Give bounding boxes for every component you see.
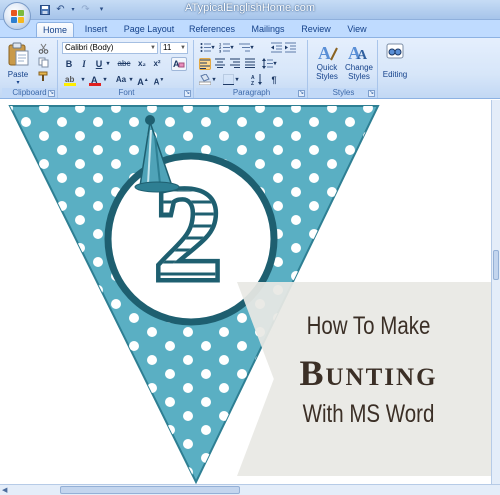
promo-line-1: How To Make xyxy=(306,312,431,340)
change-styles-icon: A A xyxy=(348,43,368,62)
tab-review[interactable]: Review xyxy=(298,22,334,37)
horizontal-scrollbar[interactable]: ◀ xyxy=(0,484,500,495)
office-logo-icon xyxy=(10,9,25,24)
change-case-dropdown-icon[interactable]: ▾ xyxy=(128,74,134,86)
brush-icon[interactable] xyxy=(37,71,49,83)
scroll-thumb[interactable] xyxy=(493,250,499,280)
font-launcher-icon[interactable]: ↘ xyxy=(184,90,191,97)
shading-icon[interactable] xyxy=(198,73,212,86)
italic-icon[interactable]: I xyxy=(78,58,90,70)
styles-group: A Quick Styles A A Change Styles Styles … xyxy=(310,40,378,98)
promo-line-2: Bunting xyxy=(299,353,438,393)
justify-icon[interactable] xyxy=(244,58,256,70)
paste-dropdown-icon: ▾ xyxy=(16,80,20,86)
editing-label: Editing xyxy=(382,70,408,79)
show-formatting-icon[interactable]: ¶ xyxy=(268,74,280,86)
superscript-icon[interactable]: x² xyxy=(151,58,163,70)
styles-a-icon: A xyxy=(318,43,338,62)
tab-home[interactable]: Home xyxy=(36,22,74,37)
font-color-dropdown-icon[interactable]: ▾ xyxy=(102,74,108,86)
tab-page-layout[interactable]: Page Layout xyxy=(120,22,178,37)
window-title: ATypicalEnglishHome.com xyxy=(184,2,315,14)
font-size-field[interactable]: 11 ▼ xyxy=(160,42,188,54)
change-styles-button[interactable]: A A Change Styles xyxy=(343,42,375,86)
paragraph-group: ▾ 123 ▾ ▾ ▾ ▾ ▾ A Z ¶ Paragraph ↘ xyxy=(196,40,308,98)
underline-dropdown-icon[interactable]: ▾ xyxy=(105,58,111,70)
tab-insert[interactable]: Insert xyxy=(78,22,114,37)
sort-icon[interactable]: AZ xyxy=(251,74,263,87)
line-spacing-dropdown-icon[interactable]: ▾ xyxy=(272,58,278,70)
highlight-dropdown-icon[interactable]: ▾ xyxy=(80,74,86,86)
bold-icon[interactable]: B xyxy=(63,58,75,70)
multilevel-dropdown-icon[interactable]: ▾ xyxy=(249,42,255,54)
svg-text:A: A xyxy=(357,48,368,62)
strikethrough-icon[interactable]: abc xyxy=(116,58,132,70)
clipboard-icon xyxy=(8,42,29,66)
align-left-icon[interactable] xyxy=(199,58,211,70)
ribbon-tabs: Home Insert Page Layout References Maili… xyxy=(0,20,500,37)
chevron-down-icon: ▼ xyxy=(150,45,156,51)
svg-text:3: 3 xyxy=(219,49,222,54)
title-bar: ↶ ▾ ↷ ▾ ATypicalEnglishHome.com xyxy=(0,0,500,20)
clipboard-group: Paste ▾ Clipboard ↘ xyxy=(2,40,58,98)
promo-line-3: With MS Word xyxy=(302,400,435,428)
svg-text:A: A xyxy=(318,43,331,62)
font-size-value: 11 xyxy=(163,43,172,52)
font-name-value: Calibri (Body) xyxy=(65,43,114,52)
tab-view[interactable]: View xyxy=(342,22,372,37)
shading-dropdown-icon[interactable]: ▾ xyxy=(211,74,217,86)
bullets-dropdown-icon[interactable]: ▾ xyxy=(210,42,216,54)
increase-indent-icon[interactable] xyxy=(284,42,296,54)
numbering-dropdown-icon[interactable]: ▾ xyxy=(229,42,235,54)
copy-icon[interactable] xyxy=(37,57,49,69)
scroll-left-icon[interactable]: ◀ xyxy=(2,486,7,494)
scroll-thumb[interactable] xyxy=(60,486,240,494)
paste-button[interactable]: Paste ▾ xyxy=(5,42,31,86)
grow-font-icon[interactable]: A▲ xyxy=(136,74,150,87)
font-group: Calibri (Body) ▼ 11 ▼ B I U ▾ abc x₂ x² … xyxy=(60,40,194,98)
underline-icon[interactable]: U xyxy=(93,58,105,70)
svg-text:ab: ab xyxy=(65,75,74,84)
borders-dropdown-icon[interactable]: ▾ xyxy=(234,74,240,86)
editing-button[interactable]: Editing xyxy=(380,42,410,86)
paste-label: Paste xyxy=(7,70,29,79)
quick-styles-label: Quick Styles xyxy=(316,63,338,81)
editing-group: Editing xyxy=(380,40,410,98)
change-styles-label: Change Styles xyxy=(344,63,374,81)
svg-text:Z: Z xyxy=(251,81,254,85)
styles-launcher-icon[interactable]: ↘ xyxy=(368,90,375,97)
chevron-down-icon: ▼ xyxy=(180,45,186,51)
ribbon: Paste ▾ Clipboard ↘ Calibri (Body) ▼ 11 … xyxy=(0,37,500,99)
tab-mailings[interactable]: Mailings xyxy=(246,22,290,37)
clipboard-launcher-icon[interactable]: ↘ xyxy=(48,90,55,97)
paragraph-launcher-icon[interactable]: ↘ xyxy=(298,90,305,97)
subscript-icon[interactable]: x₂ xyxy=(136,58,148,70)
decrease-indent-icon[interactable] xyxy=(270,42,282,54)
tab-references[interactable]: References xyxy=(186,22,238,37)
vertical-scrollbar[interactable] xyxy=(491,100,500,484)
align-center-icon[interactable] xyxy=(214,58,226,70)
shrink-font-icon[interactable]: A▼ xyxy=(152,74,166,87)
borders-icon[interactable] xyxy=(222,74,234,86)
align-right-icon[interactable] xyxy=(229,58,241,70)
font-group-label: Font xyxy=(60,88,193,98)
font-color-icon[interactable]: A xyxy=(89,74,101,86)
binoculars-icon xyxy=(386,43,404,59)
office-button[interactable] xyxy=(3,2,31,30)
scissors-icon[interactable] xyxy=(37,43,49,55)
clear-formatting-icon[interactable]: A xyxy=(171,57,187,71)
styles-group-label: Styles xyxy=(310,88,377,98)
font-name-field[interactable]: Calibri (Body) ▼ xyxy=(62,42,158,54)
quick-styles-button[interactable]: A Quick Styles xyxy=(312,42,342,86)
paragraph-group-label: Paragraph xyxy=(196,88,307,98)
highlight-icon[interactable]: ab xyxy=(63,74,79,86)
